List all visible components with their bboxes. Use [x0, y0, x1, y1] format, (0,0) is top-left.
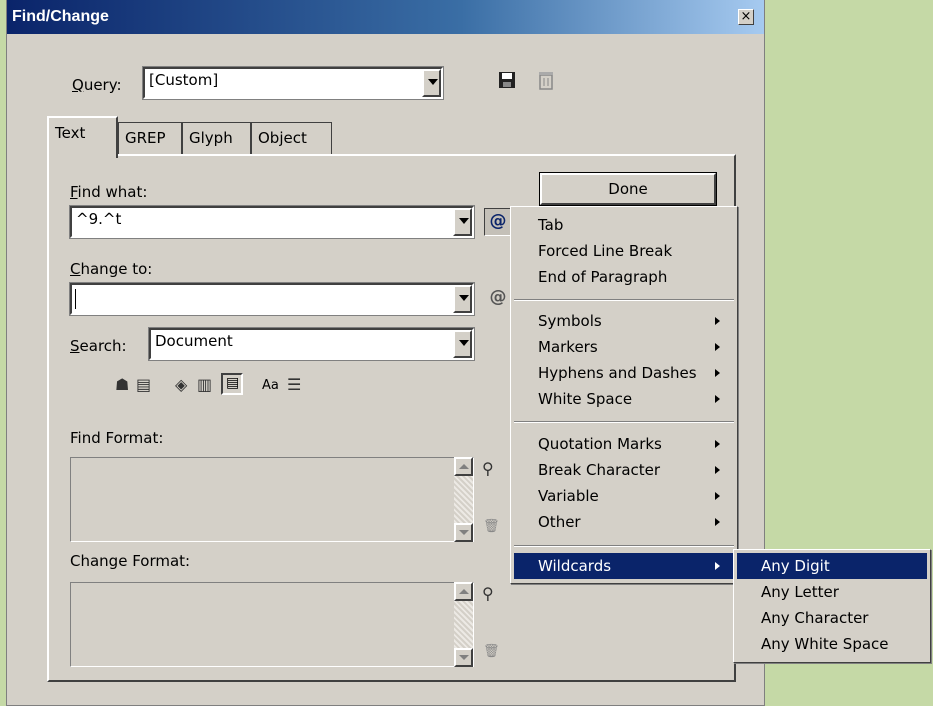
search-scope-select[interactable]: Document [148, 327, 475, 361]
clear-change-format-icon[interactable]: 🗑 [483, 643, 500, 661]
change-to-label: Change to: [70, 260, 153, 278]
close-button[interactable]: × [738, 9, 754, 25]
chevron-down-icon[interactable] [453, 285, 472, 313]
menu-item-any-digit[interactable]: Any Digit [737, 553, 927, 579]
footnotes-icon[interactable]: ▤ [221, 373, 243, 395]
menu-item-wildcards[interactable]: Wildcards [514, 553, 734, 579]
submenu-arrow-icon [715, 518, 720, 526]
change-special-char-at-icon[interactable]: @ [484, 285, 512, 313]
change-format-scrollbar[interactable] [454, 582, 473, 667]
menu-item-tab[interactable]: Tab [514, 212, 734, 238]
locked-stories-icon[interactable]: ▤ [136, 376, 151, 394]
menu-item-any-character[interactable]: Any Character [737, 605, 927, 631]
submenu-arrow-icon [715, 369, 720, 377]
tab-grep[interactable]: GREP [118, 122, 182, 156]
search-label: Search: [70, 337, 127, 355]
query-value: [Custom] [149, 71, 219, 89]
tab-glyph[interactable]: Glyph [182, 122, 251, 156]
menu-item-markers[interactable]: Markers [514, 334, 734, 360]
menu-item-variable[interactable]: Variable [514, 483, 734, 509]
wildcards-submenu: Any Digit Any Letter Any Character Any W… [733, 549, 931, 663]
menu-item-end-of-paragraph[interactable]: End of Paragraph [514, 264, 734, 290]
menu-item-break-character[interactable]: Break Character [514, 457, 734, 483]
menu-item-hyphens-and-dashes[interactable]: Hyphens and Dashes [514, 360, 734, 386]
find-format-scrollbar[interactable] [454, 457, 473, 542]
menu-separator [514, 299, 734, 301]
chevron-down-icon[interactable] [422, 69, 441, 97]
menu-separator [514, 421, 734, 423]
done-button-label: Done [608, 180, 648, 198]
done-button[interactable]: Done [539, 172, 717, 206]
find-special-char-at-icon[interactable]: @ [484, 208, 512, 236]
menu-separator [514, 545, 734, 547]
find-format-label: Find Format: [70, 429, 164, 447]
submenu-arrow-icon [715, 343, 720, 351]
find-what-input[interactable]: ^9.^t [69, 205, 475, 239]
save-query-icon[interactable] [498, 71, 516, 89]
scroll-down-button[interactable] [454, 523, 473, 542]
change-to-input[interactable] [69, 282, 475, 316]
menu-item-quotation-marks[interactable]: Quotation Marks [514, 431, 734, 457]
chevron-down-icon[interactable] [453, 330, 472, 358]
scroll-up-button[interactable] [454, 582, 473, 601]
find-what-label: Find what: [70, 183, 148, 201]
delete-query-icon[interactable] [537, 70, 555, 90]
clear-find-format-icon[interactable]: 🗑 [483, 518, 500, 536]
title-bar[interactable]: Find/Change × [7, 0, 764, 34]
query-select[interactable]: [Custom] [142, 66, 444, 100]
whole-word-icon[interactable]: ☰ [287, 376, 301, 394]
special-characters-menu: Tab Forced Line Break End of Paragraph S… [510, 206, 738, 584]
hidden-layers-icon[interactable]: ◈ [175, 376, 187, 394]
submenu-arrow-icon [715, 562, 720, 570]
menu-item-forced-line-break[interactable]: Forced Line Break [514, 238, 734, 264]
submenu-arrow-icon [715, 466, 720, 474]
text-cursor [75, 289, 76, 309]
menu-item-any-letter[interactable]: Any Letter [737, 579, 927, 605]
search-scope-value: Document [155, 332, 233, 350]
locked-layers-icon[interactable]: ☗ [115, 376, 129, 394]
submenu-arrow-icon [715, 440, 720, 448]
case-sensitive-icon[interactable]: Aa [262, 378, 279, 393]
submenu-arrow-icon [715, 317, 720, 325]
specify-find-format-icon[interactable]: ⚲ [482, 460, 494, 478]
scroll-down-button[interactable] [454, 648, 473, 667]
specify-change-format-icon[interactable]: ⚲ [482, 585, 494, 603]
tab-text[interactable]: Text [47, 116, 118, 158]
menu-item-other[interactable]: Other [514, 509, 734, 535]
window-title: Find/Change [12, 8, 109, 25]
menu-item-symbols[interactable]: Symbols [514, 308, 734, 334]
find-what-value: ^9.^t [76, 210, 122, 228]
find-format-box[interactable] [70, 457, 474, 542]
menu-item-white-space[interactable]: White Space [514, 386, 734, 412]
change-format-label: Change Format: [70, 552, 191, 570]
chevron-down-icon[interactable] [453, 208, 472, 236]
master-pages-icon[interactable]: ▥ [197, 376, 212, 394]
submenu-arrow-icon [715, 395, 720, 403]
tab-object[interactable]: Object [251, 122, 332, 156]
change-format-box[interactable] [70, 582, 474, 667]
query-label: Query: [72, 76, 122, 94]
menu-item-any-white-space[interactable]: Any White Space [737, 631, 927, 657]
scroll-up-button[interactable] [454, 457, 473, 476]
submenu-arrow-icon [715, 492, 720, 500]
